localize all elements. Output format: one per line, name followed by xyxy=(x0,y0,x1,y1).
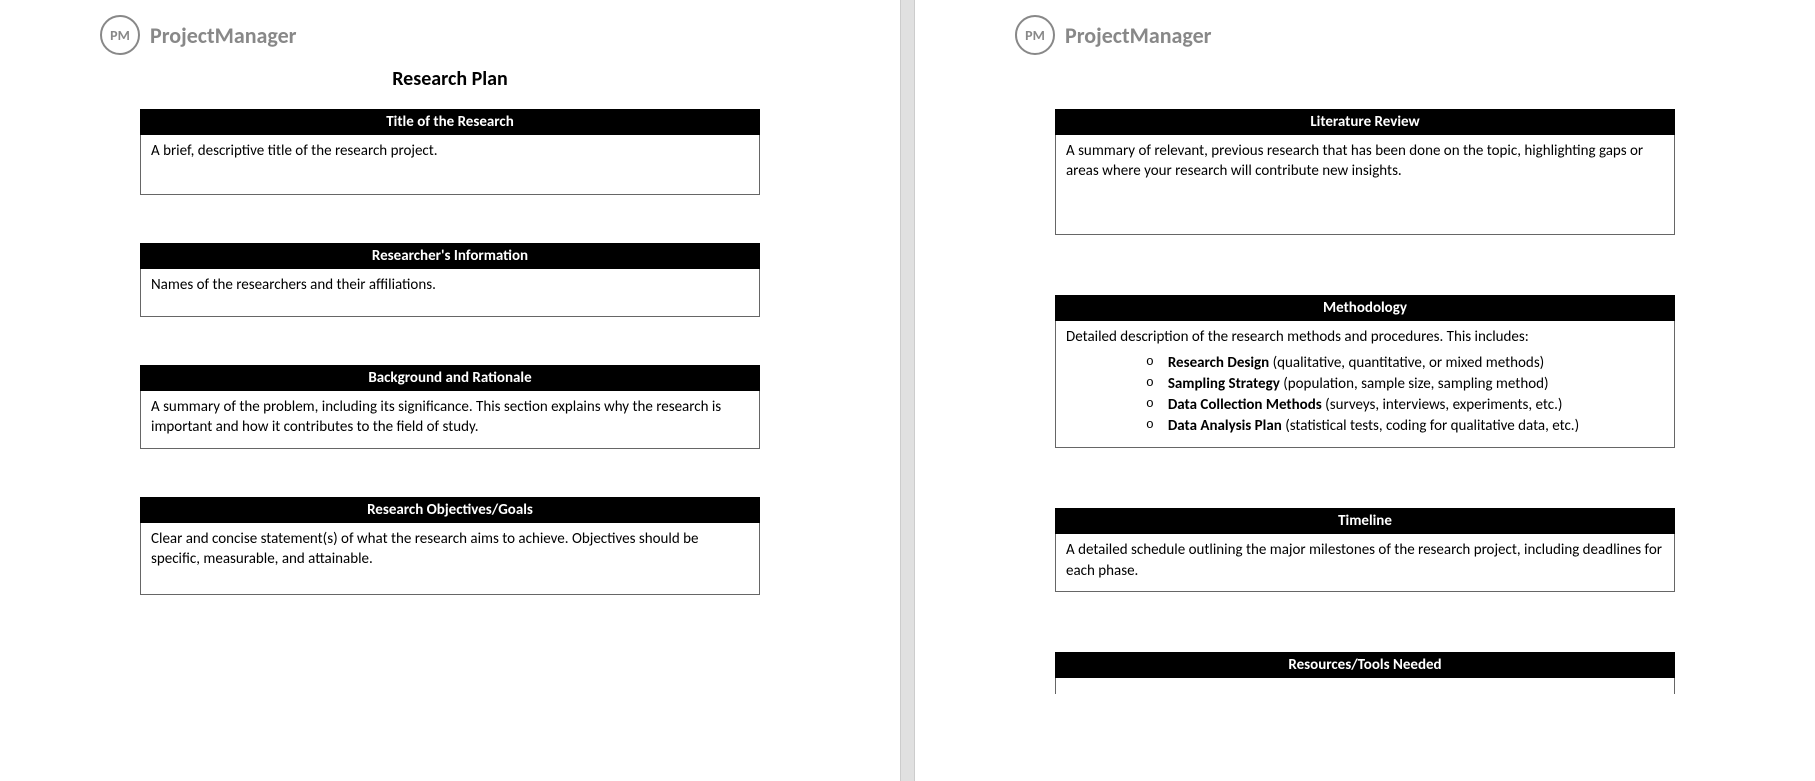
list-item-label: Data Analysis Plan xyxy=(1168,417,1282,435)
list-item: o Data Collection Methods (surveys, inte… xyxy=(1146,395,1664,416)
section-body: A summary of relevant, previous research… xyxy=(1055,135,1675,235)
list-item-label: Research Design xyxy=(1168,354,1269,372)
section-body: A summary of the problem, including its … xyxy=(140,391,760,449)
list-item-label: Data Collection Methods xyxy=(1168,396,1322,414)
section-background-rationale: Background and Rationale A summary of th… xyxy=(140,365,760,449)
methodology-list: o Research Design (qualitative, quantita… xyxy=(1146,353,1664,437)
section-header: Title of the Research xyxy=(140,109,760,135)
section-header: Researcher's Information xyxy=(140,243,760,269)
section-header: Resources/Tools Needed xyxy=(1055,652,1675,678)
list-item: o Research Design (qualitative, quantita… xyxy=(1146,353,1664,374)
section-research-objectives: Research Objectives/Goals Clear and conc… xyxy=(140,497,760,595)
pm-logo-icon: PM xyxy=(1015,15,1055,55)
brand-header: PM ProjectManager xyxy=(100,15,800,55)
page-gap xyxy=(900,0,915,781)
document-title: Research Plan xyxy=(100,67,800,91)
section-resources-tools: Resources/Tools Needed xyxy=(1055,652,1675,694)
list-item-rest: (surveys, interviews, experiments, etc.) xyxy=(1322,396,1563,414)
section-literature-review: Literature Review A summary of relevant,… xyxy=(1055,109,1675,235)
brand-name: ProjectManager xyxy=(150,22,296,49)
methodology-intro: Detailed description of the research met… xyxy=(1066,327,1664,347)
page-2: PM ProjectManager Literature Review A su… xyxy=(915,0,1815,781)
section-body: Clear and concise statement(s) of what t… xyxy=(140,523,760,595)
bullet-icon: o xyxy=(1146,395,1154,416)
section-header: Literature Review xyxy=(1055,109,1675,135)
section-header: Background and Rationale xyxy=(140,365,760,391)
bullet-icon: o xyxy=(1146,416,1154,437)
section-body: Names of the researchers and their affil… xyxy=(140,269,760,317)
section-body: A detailed schedule outlining the major … xyxy=(1055,534,1675,592)
brand-name: ProjectManager xyxy=(1065,22,1211,49)
bullet-icon: o xyxy=(1146,374,1154,395)
page-1: PM ProjectManager Research Plan Title of… xyxy=(0,0,900,781)
section-body: Detailed description of the research met… xyxy=(1055,321,1675,448)
section-header: Timeline xyxy=(1055,508,1675,534)
pm-logo-icon: PM xyxy=(100,15,140,55)
brand-header: PM ProjectManager xyxy=(1015,15,1715,55)
list-item: o Sampling Strategy (population, sample … xyxy=(1146,374,1664,395)
section-header: Research Objectives/Goals xyxy=(140,497,760,523)
section-timeline: Timeline A detailed schedule outlining t… xyxy=(1055,508,1675,592)
section-header: Methodology xyxy=(1055,295,1675,321)
list-item-rest: (population, sample size, sampling metho… xyxy=(1280,375,1549,393)
section-title-of-research: Title of the Research A brief, descripti… xyxy=(140,109,760,195)
section-body: A brief, descriptive title of the resear… xyxy=(140,135,760,195)
bullet-icon: o xyxy=(1146,353,1154,374)
section-researchers-information: Researcher's Information Names of the re… xyxy=(140,243,760,317)
list-item: o Data Analysis Plan (statistical tests,… xyxy=(1146,416,1664,437)
list-item-rest: (qualitative, quantitative, or mixed met… xyxy=(1269,354,1544,372)
list-item-rest: (statistical tests, coding for qualitati… xyxy=(1282,417,1579,435)
section-methodology: Methodology Detailed description of the … xyxy=(1055,295,1675,448)
section-body xyxy=(1055,678,1675,694)
list-item-label: Sampling Strategy xyxy=(1168,375,1280,393)
